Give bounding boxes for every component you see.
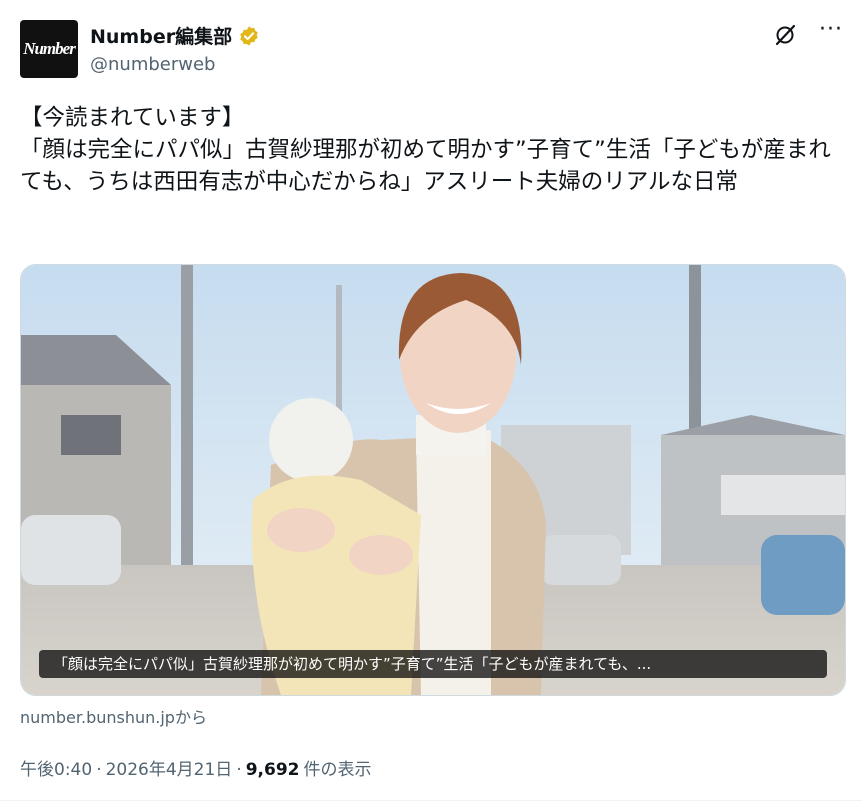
views-count: 9,692 [245,760,300,780]
author-handle[interactable]: @numberweb [90,54,215,75]
tweet-meta: 午後0:40 · 2026年4月21日 · 9,692 件の表示 [20,755,372,780]
more-options-icon[interactable]: ··· [818,17,844,48]
meta-separator: · [236,760,242,780]
link-card[interactable]: 「顔は完全にパパ似」古賀紗理那が初めて明かす”子育て”生活「子どもが産まれても、… [20,264,846,696]
meta-separator: · [96,760,102,780]
card-source-link[interactable]: number.bunshun.jpから [20,704,207,728]
bottom-divider [0,800,862,801]
tweet-time[interactable]: 午後0:40 [20,755,92,780]
ellipsis-glyph-icon: ··· [819,17,843,42]
author-avatar[interactable]: Number [20,20,78,78]
grok-glyph-icon [775,24,796,46]
tweet-actions-top: ··· [772,17,844,48]
author-display-name[interactable]: Number編集部 [90,22,232,49]
views-label: 件の表示 [303,760,372,780]
author-name-row: Number編集部 [90,22,260,49]
verified-badge-icon [240,25,258,46]
tweet-text: 【今読まれています】 「顔は完全にパパ似」古賀紗理那が初めて明かす”子育て”生活… [20,105,831,195]
tweet-date[interactable]: 2026年4月21日 [106,755,233,780]
grok-icon[interactable] [772,22,798,48]
avatar-logo-text: Number [23,39,76,58]
card-photo [21,265,845,695]
card-title-caption: 「顔は完全にパパ似」古賀紗理那が初めて明かす”子育て”生活「子どもが産まれても、… [39,650,827,678]
